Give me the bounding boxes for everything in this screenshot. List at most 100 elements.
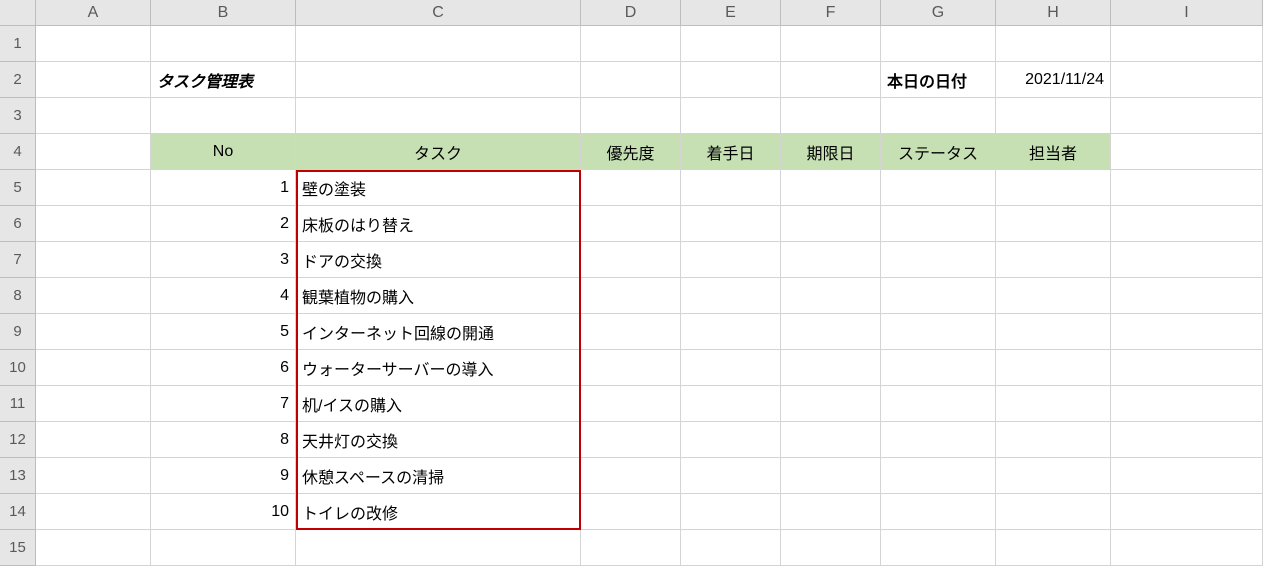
cell-E2[interactable] bbox=[681, 62, 781, 98]
cell-C13-task[interactable]: 休憩スペースの清掃 bbox=[296, 458, 581, 494]
cell-F8[interactable] bbox=[781, 278, 881, 314]
cell-C8-task[interactable]: 観葉植物の購入 bbox=[296, 278, 581, 314]
cell-C3[interactable] bbox=[296, 98, 581, 134]
cell-D15[interactable] bbox=[581, 530, 681, 566]
cell-C2[interactable] bbox=[296, 62, 581, 98]
row-header-3[interactable]: 3 bbox=[0, 98, 36, 134]
cell-I2[interactable] bbox=[1111, 62, 1263, 98]
cell-A3[interactable] bbox=[36, 98, 151, 134]
cell-D1[interactable] bbox=[581, 26, 681, 62]
cell-D12[interactable] bbox=[581, 422, 681, 458]
cell-I6[interactable] bbox=[1111, 206, 1263, 242]
cell-F13[interactable] bbox=[781, 458, 881, 494]
cell-I4[interactable] bbox=[1111, 134, 1263, 170]
cell-F12[interactable] bbox=[781, 422, 881, 458]
th-start[interactable]: 着手日 bbox=[681, 134, 781, 170]
cell-A11[interactable] bbox=[36, 386, 151, 422]
cell-G11[interactable] bbox=[881, 386, 996, 422]
col-header-A[interactable]: A bbox=[36, 0, 151, 26]
cell-G2-today-label[interactable]: 本日の日付 bbox=[881, 62, 996, 98]
cell-G9[interactable] bbox=[881, 314, 996, 350]
cell-F15[interactable] bbox=[781, 530, 881, 566]
row-header-6[interactable]: 6 bbox=[0, 206, 36, 242]
cell-B6-no[interactable]: 2 bbox=[151, 206, 296, 242]
cell-D2[interactable] bbox=[581, 62, 681, 98]
cell-D7[interactable] bbox=[581, 242, 681, 278]
cell-E12[interactable] bbox=[681, 422, 781, 458]
cell-B11-no[interactable]: 7 bbox=[151, 386, 296, 422]
cell-B8-no[interactable]: 4 bbox=[151, 278, 296, 314]
cell-H7[interactable] bbox=[996, 242, 1111, 278]
cell-B15[interactable] bbox=[151, 530, 296, 566]
cell-B3[interactable] bbox=[151, 98, 296, 134]
cell-H14[interactable] bbox=[996, 494, 1111, 530]
cell-D13[interactable] bbox=[581, 458, 681, 494]
th-task[interactable]: タスク bbox=[296, 134, 581, 170]
cell-I15[interactable] bbox=[1111, 530, 1263, 566]
cell-B5-no[interactable]: 1 bbox=[151, 170, 296, 206]
cell-E8[interactable] bbox=[681, 278, 781, 314]
cell-G1[interactable] bbox=[881, 26, 996, 62]
cell-D11[interactable] bbox=[581, 386, 681, 422]
th-owner[interactable]: 担当者 bbox=[996, 134, 1111, 170]
row-header-12[interactable]: 12 bbox=[0, 422, 36, 458]
th-no[interactable]: No bbox=[151, 134, 296, 170]
cell-G7[interactable] bbox=[881, 242, 996, 278]
th-due[interactable]: 期限日 bbox=[781, 134, 881, 170]
cell-G15[interactable] bbox=[881, 530, 996, 566]
col-header-C[interactable]: C bbox=[296, 0, 581, 26]
cell-C5-task[interactable]: 壁の塗装 bbox=[296, 170, 581, 206]
cell-D9[interactable] bbox=[581, 314, 681, 350]
col-header-B[interactable]: B bbox=[151, 0, 296, 26]
cell-G12[interactable] bbox=[881, 422, 996, 458]
cell-G8[interactable] bbox=[881, 278, 996, 314]
cell-I12[interactable] bbox=[1111, 422, 1263, 458]
cell-C9-task[interactable]: インターネット回線の開通 bbox=[296, 314, 581, 350]
cell-F5[interactable] bbox=[781, 170, 881, 206]
cell-G6[interactable] bbox=[881, 206, 996, 242]
cell-H8[interactable] bbox=[996, 278, 1111, 314]
col-header-F[interactable]: F bbox=[781, 0, 881, 26]
cell-E3[interactable] bbox=[681, 98, 781, 134]
cell-D8[interactable] bbox=[581, 278, 681, 314]
cell-C15[interactable] bbox=[296, 530, 581, 566]
cell-F1[interactable] bbox=[781, 26, 881, 62]
cell-B13-no[interactable]: 9 bbox=[151, 458, 296, 494]
cell-I14[interactable] bbox=[1111, 494, 1263, 530]
cell-H15[interactable] bbox=[996, 530, 1111, 566]
cell-D3[interactable] bbox=[581, 98, 681, 134]
cell-C6-task[interactable]: 床板のはり替え bbox=[296, 206, 581, 242]
cell-C10-task[interactable]: ウォーターサーバーの導入 bbox=[296, 350, 581, 386]
cell-A5[interactable] bbox=[36, 170, 151, 206]
cell-A9[interactable] bbox=[36, 314, 151, 350]
cell-F7[interactable] bbox=[781, 242, 881, 278]
cell-I9[interactable] bbox=[1111, 314, 1263, 350]
row-header-10[interactable]: 10 bbox=[0, 350, 36, 386]
row-header-15[interactable]: 15 bbox=[0, 530, 36, 566]
cell-C1[interactable] bbox=[296, 26, 581, 62]
cell-H12[interactable] bbox=[996, 422, 1111, 458]
cell-A1[interactable] bbox=[36, 26, 151, 62]
row-header-1[interactable]: 1 bbox=[0, 26, 36, 62]
col-header-I[interactable]: I bbox=[1111, 0, 1263, 26]
cell-H1[interactable] bbox=[996, 26, 1111, 62]
cell-E10[interactable] bbox=[681, 350, 781, 386]
cell-B12-no[interactable]: 8 bbox=[151, 422, 296, 458]
cell-D5[interactable] bbox=[581, 170, 681, 206]
cell-I1[interactable] bbox=[1111, 26, 1263, 62]
cell-A13[interactable] bbox=[36, 458, 151, 494]
cell-I13[interactable] bbox=[1111, 458, 1263, 494]
cell-G14[interactable] bbox=[881, 494, 996, 530]
cell-A4[interactable] bbox=[36, 134, 151, 170]
cell-E9[interactable] bbox=[681, 314, 781, 350]
cell-E1[interactable] bbox=[681, 26, 781, 62]
cell-H9[interactable] bbox=[996, 314, 1111, 350]
cell-I7[interactable] bbox=[1111, 242, 1263, 278]
cell-B1[interactable] bbox=[151, 26, 296, 62]
select-all-corner[interactable] bbox=[0, 0, 36, 26]
col-header-G[interactable]: G bbox=[881, 0, 996, 26]
cell-B14-no[interactable]: 10 bbox=[151, 494, 296, 530]
col-header-D[interactable]: D bbox=[581, 0, 681, 26]
cell-H13[interactable] bbox=[996, 458, 1111, 494]
cell-F11[interactable] bbox=[781, 386, 881, 422]
